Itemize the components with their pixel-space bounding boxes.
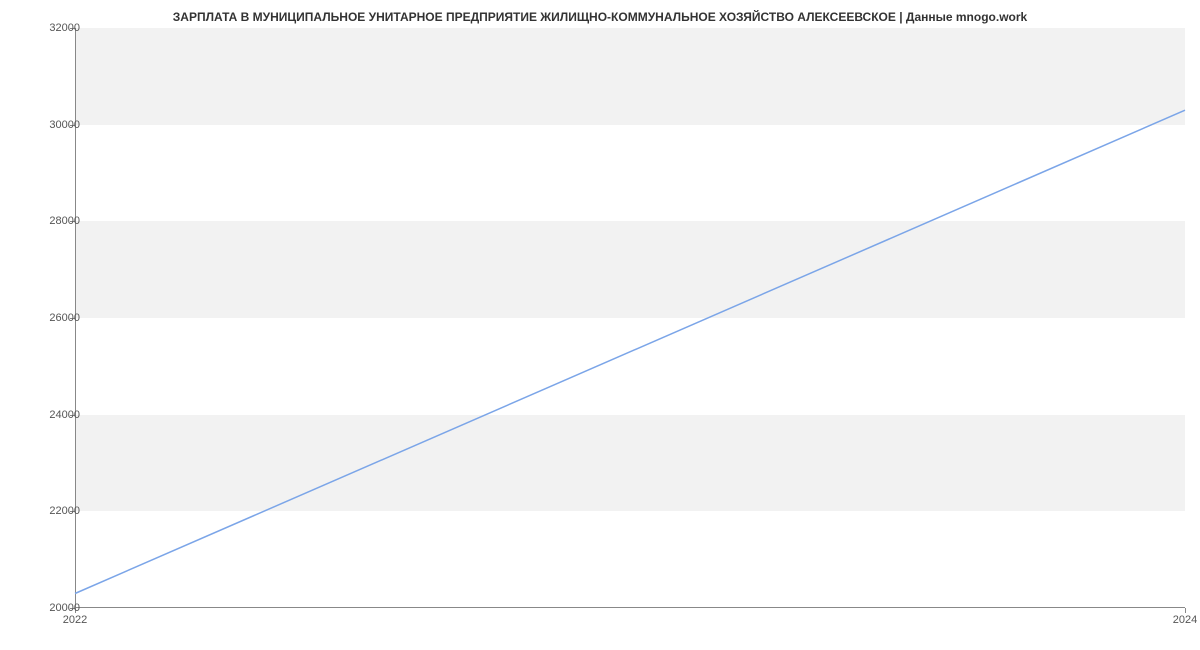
chart-plot-area: 20222024 — [75, 28, 1185, 608]
x-tick-mark — [1185, 608, 1186, 613]
y-tick-label: 30000 — [49, 119, 80, 131]
x-tick-label: 2024 — [1173, 614, 1197, 626]
y-tick-label: 26000 — [49, 312, 80, 324]
data-series-line — [75, 110, 1185, 593]
y-tick-label: 20000 — [49, 602, 80, 614]
x-tick-label: 2022 — [63, 614, 87, 626]
y-tick-label: 28000 — [49, 215, 80, 227]
y-tick-label: 24000 — [49, 409, 80, 421]
chart-line-svg — [75, 28, 1185, 608]
y-tick-label: 22000 — [49, 505, 80, 517]
chart-title: ЗАРПЛАТА В МУНИЦИПАЛЬНОЕ УНИТАРНОЕ ПРЕДП… — [0, 0, 1200, 24]
y-tick-label: 32000 — [49, 22, 80, 34]
